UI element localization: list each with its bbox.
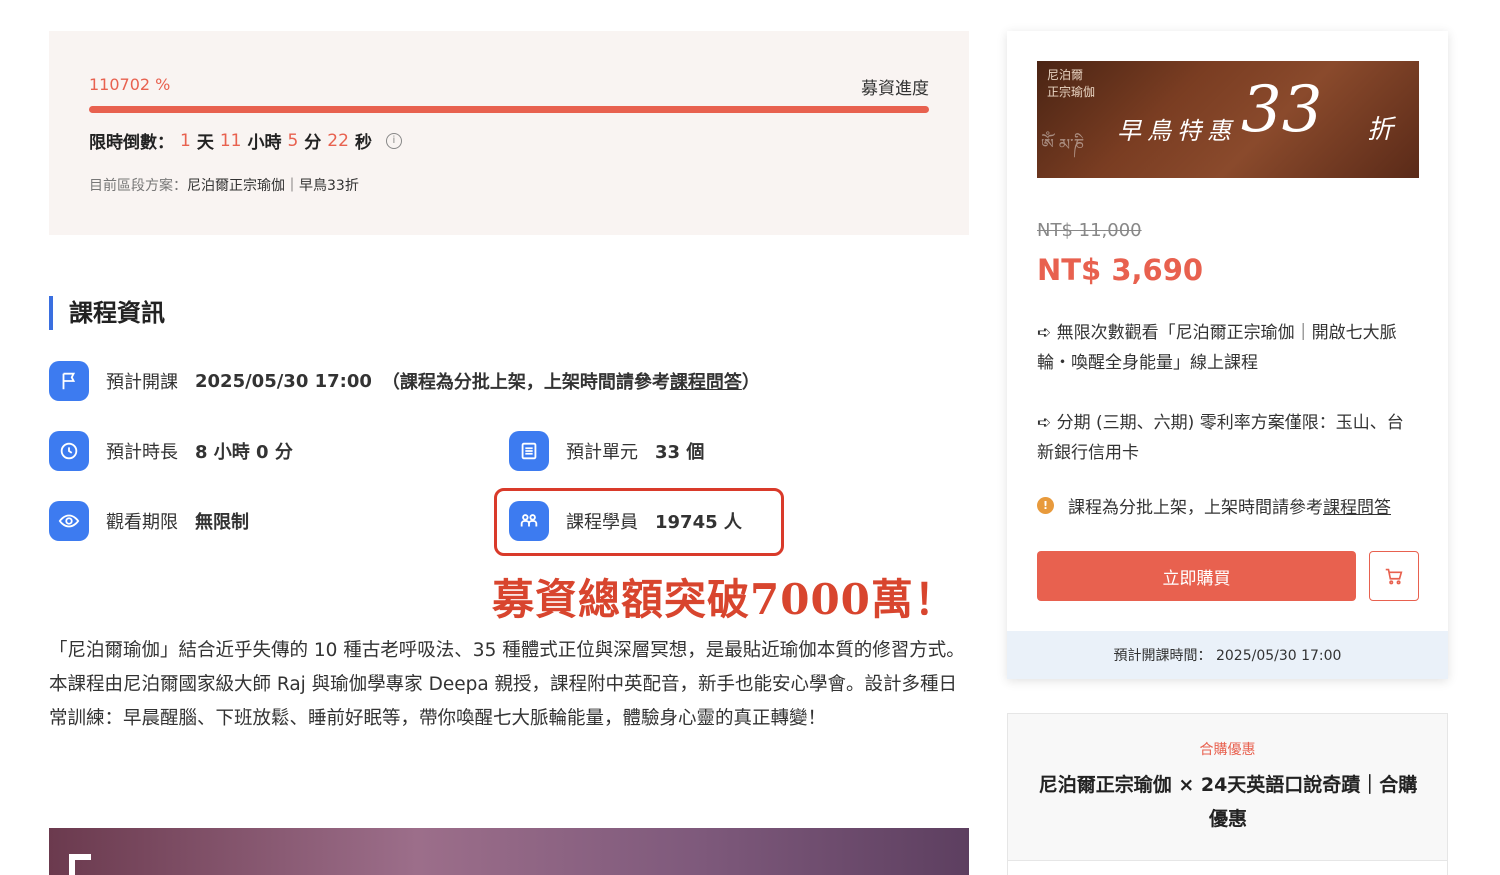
access-value: 無限制 [195,512,249,533]
current-stage: 目前區段方案：尼泊爾正宗瑜伽｜早鳥33折 [89,175,359,195]
countdown-minutes: 5 [287,130,299,151]
buy-now-button[interactable]: 立即購買 [1037,551,1356,601]
start-note: （課程為分批上架，上架時間請參考課程問答） [381,372,760,393]
funding-label: 募資進度 [861,79,929,99]
batch-notice: ! 課程為分批上架，上架時間請參考 課程問答 [1037,493,1391,518]
bundle-title: 尼泊爾正宗瑜伽 × 24天英語口說奇蹟｜合購優惠 [1038,774,1418,830]
faq-link[interactable]: 課程問答 [670,372,742,393]
logo-corner-icon [69,854,91,875]
section-title: 課程資訊 [49,296,165,330]
clock-icon [49,431,89,471]
list-icon [509,431,549,471]
units-row: 預計單元 33 個 [509,431,704,471]
promo-banner: 尼泊爾 正宗瑜伽 ཨོཾ མ་ཎི 早鳥特惠 33 折 [1037,61,1419,178]
students-highlight-box [494,488,784,556]
original-price: NT$ 11,000 [1037,220,1142,241]
units-value: 33 個 [655,442,705,463]
cart-icon [1385,568,1403,585]
bundle-tag: 合購優惠 [1199,742,1256,758]
countdown-minutes-unit: 分 [304,133,322,153]
headline-annotation: 募資總額突破7000萬！ [492,575,957,624]
access-label: 觀看期限 [106,512,178,533]
info-icon: ! [1037,497,1054,514]
start-value: 2025/05/30 17:00 [195,370,372,392]
duration-value: 8 小時 0 分 [195,442,293,463]
countdown-hours: 11 [219,130,242,151]
banner-suffix: 折 [1367,115,1394,145]
countdown-days: 1 [180,130,191,151]
course-description: 「尼泊爾瑜伽」結合近乎失傳的 10 種古老呼吸法、35 種體式正位與深層冥想，是… [49,640,965,729]
purchase-card: 尼泊爾 正宗瑜伽 ཨོཾ མ་ཎི 早鳥特惠 33 折 NT$ 11,000 NT… [1007,31,1448,679]
decorative-script: ཨོཾ མ་ཎི [1041,135,1085,154]
bundle-content [1008,860,1447,875]
countdown-days-unit: 天 [196,133,214,153]
bundle-card[interactable]: 合購優惠 尼泊爾正宗瑜伽 × 24天英語口說奇蹟｜合購優惠 [1007,713,1448,875]
countdown: 限時倒數： 1 天 11 小時 5 分 22 秒 i [89,128,402,153]
duration-row: 預計時長 8 小時 0 分 [49,431,293,471]
faq-link[interactable]: 課程問答 [1323,493,1391,518]
units-label: 預計單元 [566,442,638,463]
countdown-seconds: 22 [327,130,349,151]
duration-label: 預計時長 [106,442,178,463]
video-preview[interactable] [49,828,969,875]
start-time-footer: 預計開課時間： 2025/05/30 17:00 [1007,631,1448,679]
countdown-seconds-unit: 秒 [354,133,372,153]
start-label: 預計開課 [106,372,178,393]
stage-value: 尼泊爾正宗瑜伽｜早鳥33折 [187,178,359,194]
start-date-row: 預計開課 2025/05/30 17:00 （課程為分批上架，上架時間請參考課程… [49,361,760,401]
funding-panel: 110702 % 募資進度 限時倒數： 1 天 11 小時 5 分 22 秒 i… [49,31,969,235]
notice-text: 課程為分批上架，上架時間請參考 [1068,498,1323,518]
banner-promo: 早鳥特惠 [1117,117,1237,145]
funding-progress-bar [89,106,929,113]
flag-icon [49,361,89,401]
countdown-hours-unit: 小時 [247,133,282,153]
countdown-prefix: 限時倒數： [89,133,174,153]
access-row: 觀看期限 無限制 [49,501,249,541]
sale-price: NT$ 3,690 [1037,253,1204,287]
eye-icon [49,501,89,541]
stage-label: 目前區段方案： [89,178,187,194]
feature-unlimited: ➪ 無限次數觀看「尼泊爾正宗瑜伽｜開啟七大脈輪・喚醒全身能量」線上課程 [1037,323,1397,373]
funding-percent: 110702 % [89,75,171,94]
feature-installment: ➪ 分期 (三期、六期) 零利率方案僅限：玉山、台新銀行信用卡 [1037,413,1404,463]
add-to-cart-button[interactable] [1369,551,1419,601]
banner-brand: 尼泊爾 正宗瑜伽 [1047,68,1096,99]
info-icon[interactable]: i [385,132,402,149]
banner-number: 33 [1241,73,1323,147]
